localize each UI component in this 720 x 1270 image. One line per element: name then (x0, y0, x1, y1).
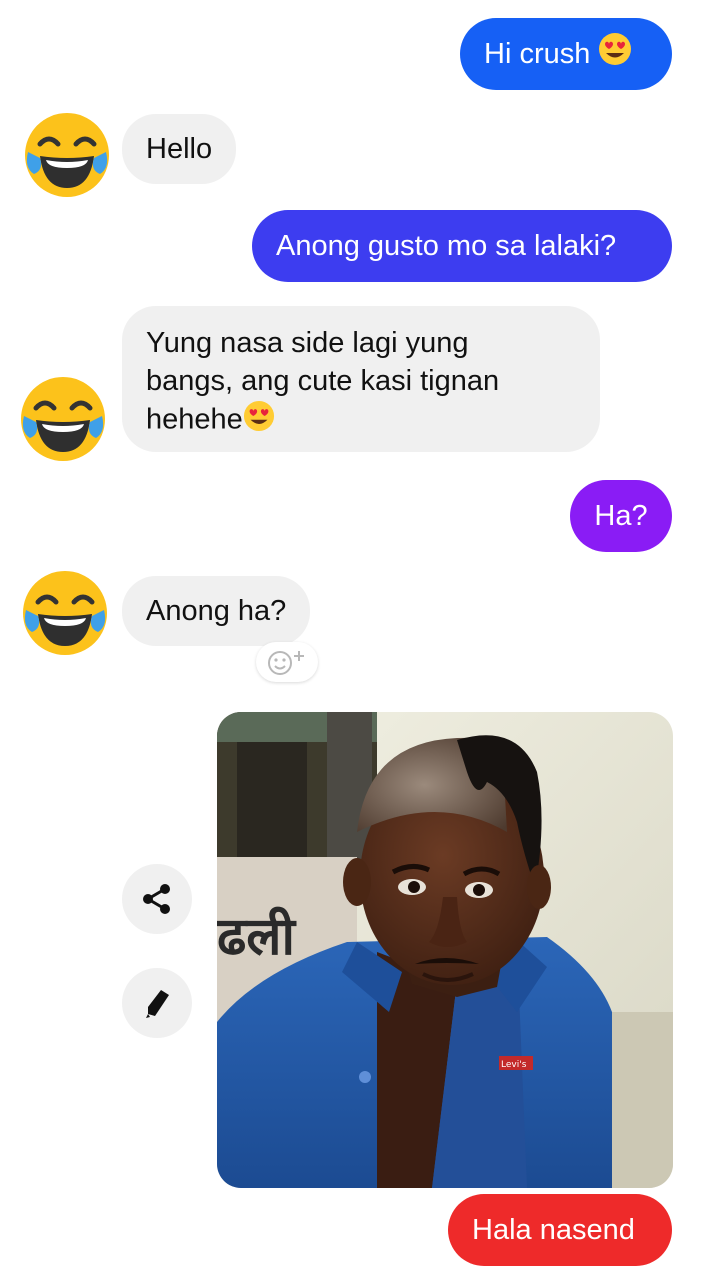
share-button[interactable] (122, 864, 192, 934)
laughing-tears-avatar-icon (25, 113, 109, 197)
outgoing-message-bubble[interactable]: Ha? (570, 480, 672, 552)
pencil-icon (146, 990, 169, 1018)
message-text: Ha? (594, 500, 648, 532)
outgoing-message-bubble[interactable]: Anong gusto mo sa lalaki? (252, 210, 672, 282)
laughing-tears-avatar-icon (23, 571, 107, 655)
incoming-message-bubble[interactable]: Anong ha? (122, 576, 311, 646)
message-line: bangs, ang cute kasi tignan (146, 365, 500, 397)
heart-eyes-emoji-icon (598, 32, 632, 76)
add-reaction-icon (268, 651, 304, 675)
heart-eyes-emoji-icon (243, 400, 275, 442)
message-text: Anong ha? (146, 595, 287, 627)
outgoing-message-bubble[interactable]: Hala nasend (448, 1194, 672, 1266)
incoming-message-bubble[interactable]: Yung nasa side lagi yung bangs, ang cute… (122, 306, 600, 452)
outgoing-message-bubble[interactable]: Hi crush (460, 18, 672, 90)
message-line: Yung nasa side lagi yung (146, 327, 469, 359)
incoming-message-bubble[interactable]: Hello (122, 114, 237, 184)
edit-button[interactable] (122, 968, 192, 1038)
add-reaction-button[interactable] (256, 642, 318, 682)
message-text: Anong gusto mo sa lalaki? (276, 230, 617, 262)
share-icon (143, 884, 170, 914)
photo-message[interactable]: ढली Levi's (217, 712, 673, 1188)
photo-image: ढली Levi's (217, 712, 673, 1188)
message-text: Hello (146, 133, 213, 165)
message-text: Hi crush (484, 38, 591, 70)
message-line: hehehe (146, 403, 243, 436)
shirt-label-text: Levi's (501, 1060, 527, 1070)
sign-text: ढली (217, 906, 298, 967)
laughing-tears-avatar-icon (21, 377, 105, 461)
message-text: Hala nasend (472, 1214, 635, 1246)
